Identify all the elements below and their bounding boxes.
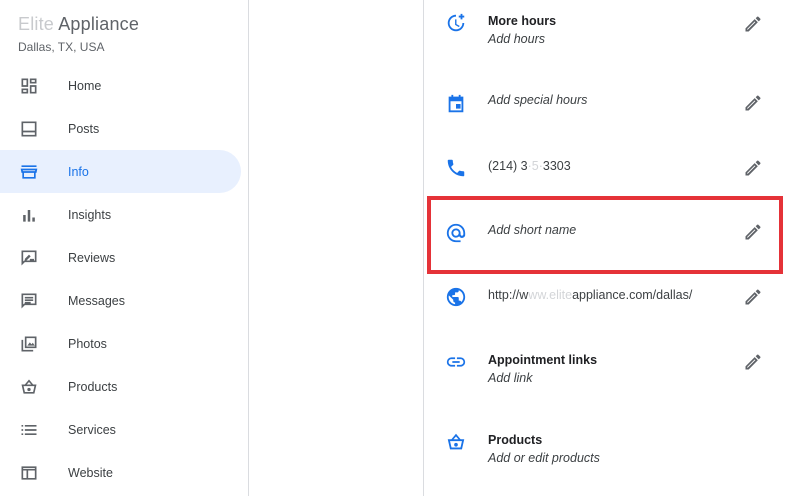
phone-prefix: (214) 3 xyxy=(488,159,528,173)
sidebar-item-products[interactable]: Products xyxy=(0,365,249,408)
sidebar-item-reviews[interactable]: Reviews xyxy=(0,236,249,279)
sidebar-item-label: Insights xyxy=(68,207,112,222)
business-profile-info-page: Elite Appliance Dallas, TX, USA Home Pos… xyxy=(0,0,787,496)
phone-icon xyxy=(447,159,465,177)
sidebar-item-label: Reviews xyxy=(68,250,116,265)
sidebar-item-label: Services xyxy=(68,422,116,437)
sidebar-item-website[interactable]: Website xyxy=(0,451,249,494)
phone-blurred: ·5· xyxy=(527,159,543,173)
website-prefix: http://w xyxy=(488,288,529,302)
sidebar-item-label: Products xyxy=(68,379,118,394)
website-blurred: ww.elite xyxy=(528,288,573,302)
sidebar-item-label: Website xyxy=(68,465,113,480)
business-name: Elite Appliance xyxy=(18,14,139,35)
sidebar-item-insights[interactable]: Insights xyxy=(0,193,249,236)
special-hours-row[interactable]: Add special hours xyxy=(425,80,787,130)
globe-icon xyxy=(446,287,466,307)
middle-panel xyxy=(250,0,424,496)
sidebar-item-label: Messages xyxy=(68,293,125,308)
website-row[interactable]: http://www.eliteappliance.com/dallas/ xyxy=(425,276,787,320)
special-hours-subtitle: Add special hours xyxy=(488,93,588,107)
products-row[interactable]: Products Add or edit products xyxy=(425,420,787,480)
edit-pencil-icon[interactable] xyxy=(743,93,763,113)
appointment-links-row[interactable]: Appointment links Add link xyxy=(425,340,787,400)
sidebar-item-photos[interactable]: Photos xyxy=(0,322,249,365)
more-hours-row[interactable]: More hours Add hours xyxy=(425,0,787,62)
web-icon xyxy=(21,466,37,480)
edit-pencil-icon[interactable] xyxy=(743,287,763,307)
phone-number: (214) 3·5·3303 xyxy=(488,159,571,173)
business-name-text: Appliance xyxy=(54,14,140,34)
bar-chart-icon xyxy=(23,210,35,222)
business-location: Dallas, TX, USA xyxy=(18,40,105,54)
sidebar-item-services[interactable]: Services xyxy=(0,408,249,451)
edit-pencil-icon[interactable] xyxy=(743,352,763,372)
rate-review-icon xyxy=(21,250,37,266)
business-name-faded: Elite xyxy=(18,14,55,34)
products-subtitle: Add or edit products xyxy=(488,451,600,465)
highlight-box xyxy=(427,196,783,274)
storefront-icon xyxy=(20,165,38,179)
basket-icon xyxy=(21,379,37,394)
phone-row[interactable]: (214) 3·5·3303 xyxy=(425,148,787,188)
edit-pencil-icon[interactable] xyxy=(743,158,763,178)
website-url: http://www.eliteappliance.com/dallas/ xyxy=(488,288,692,302)
sidebar-item-label: Photos xyxy=(68,336,107,351)
sidebar: Elite Appliance Dallas, TX, USA Home Pos… xyxy=(0,0,249,496)
sidebar-item-label: Posts xyxy=(68,121,100,136)
sidebar-item-label: Home xyxy=(68,78,102,93)
message-icon xyxy=(21,293,37,309)
dashboard-icon xyxy=(21,78,37,94)
list-icon xyxy=(21,425,37,435)
more-time-icon xyxy=(447,13,465,32)
more-hours-subtitle: Add hours xyxy=(488,32,545,46)
posts-icon xyxy=(21,121,37,137)
sidebar-nav: Home Posts Info Insights Reviews Message… xyxy=(0,64,249,494)
basket-icon xyxy=(447,433,465,450)
edit-pencil-icon[interactable] xyxy=(743,14,763,34)
sidebar-item-posts[interactable]: Posts xyxy=(0,107,249,150)
more-hours-title: More hours xyxy=(488,14,557,28)
photo-library-icon xyxy=(21,336,37,352)
products-title: Products xyxy=(488,433,543,447)
phone-suffix: 3303 xyxy=(542,159,571,173)
link-icon xyxy=(446,357,466,367)
appointment-links-title: Appointment links xyxy=(488,353,598,367)
sidebar-item-label: Info xyxy=(68,164,89,179)
calendar-icon xyxy=(448,94,464,113)
sidebar-item-messages[interactable]: Messages xyxy=(0,279,249,322)
appointment-links-subtitle: Add link xyxy=(488,371,533,385)
sidebar-item-info[interactable]: Info xyxy=(0,150,241,193)
website-suffix: appliance.com/dallas/ xyxy=(572,288,693,302)
sidebar-item-home[interactable]: Home xyxy=(0,64,249,107)
